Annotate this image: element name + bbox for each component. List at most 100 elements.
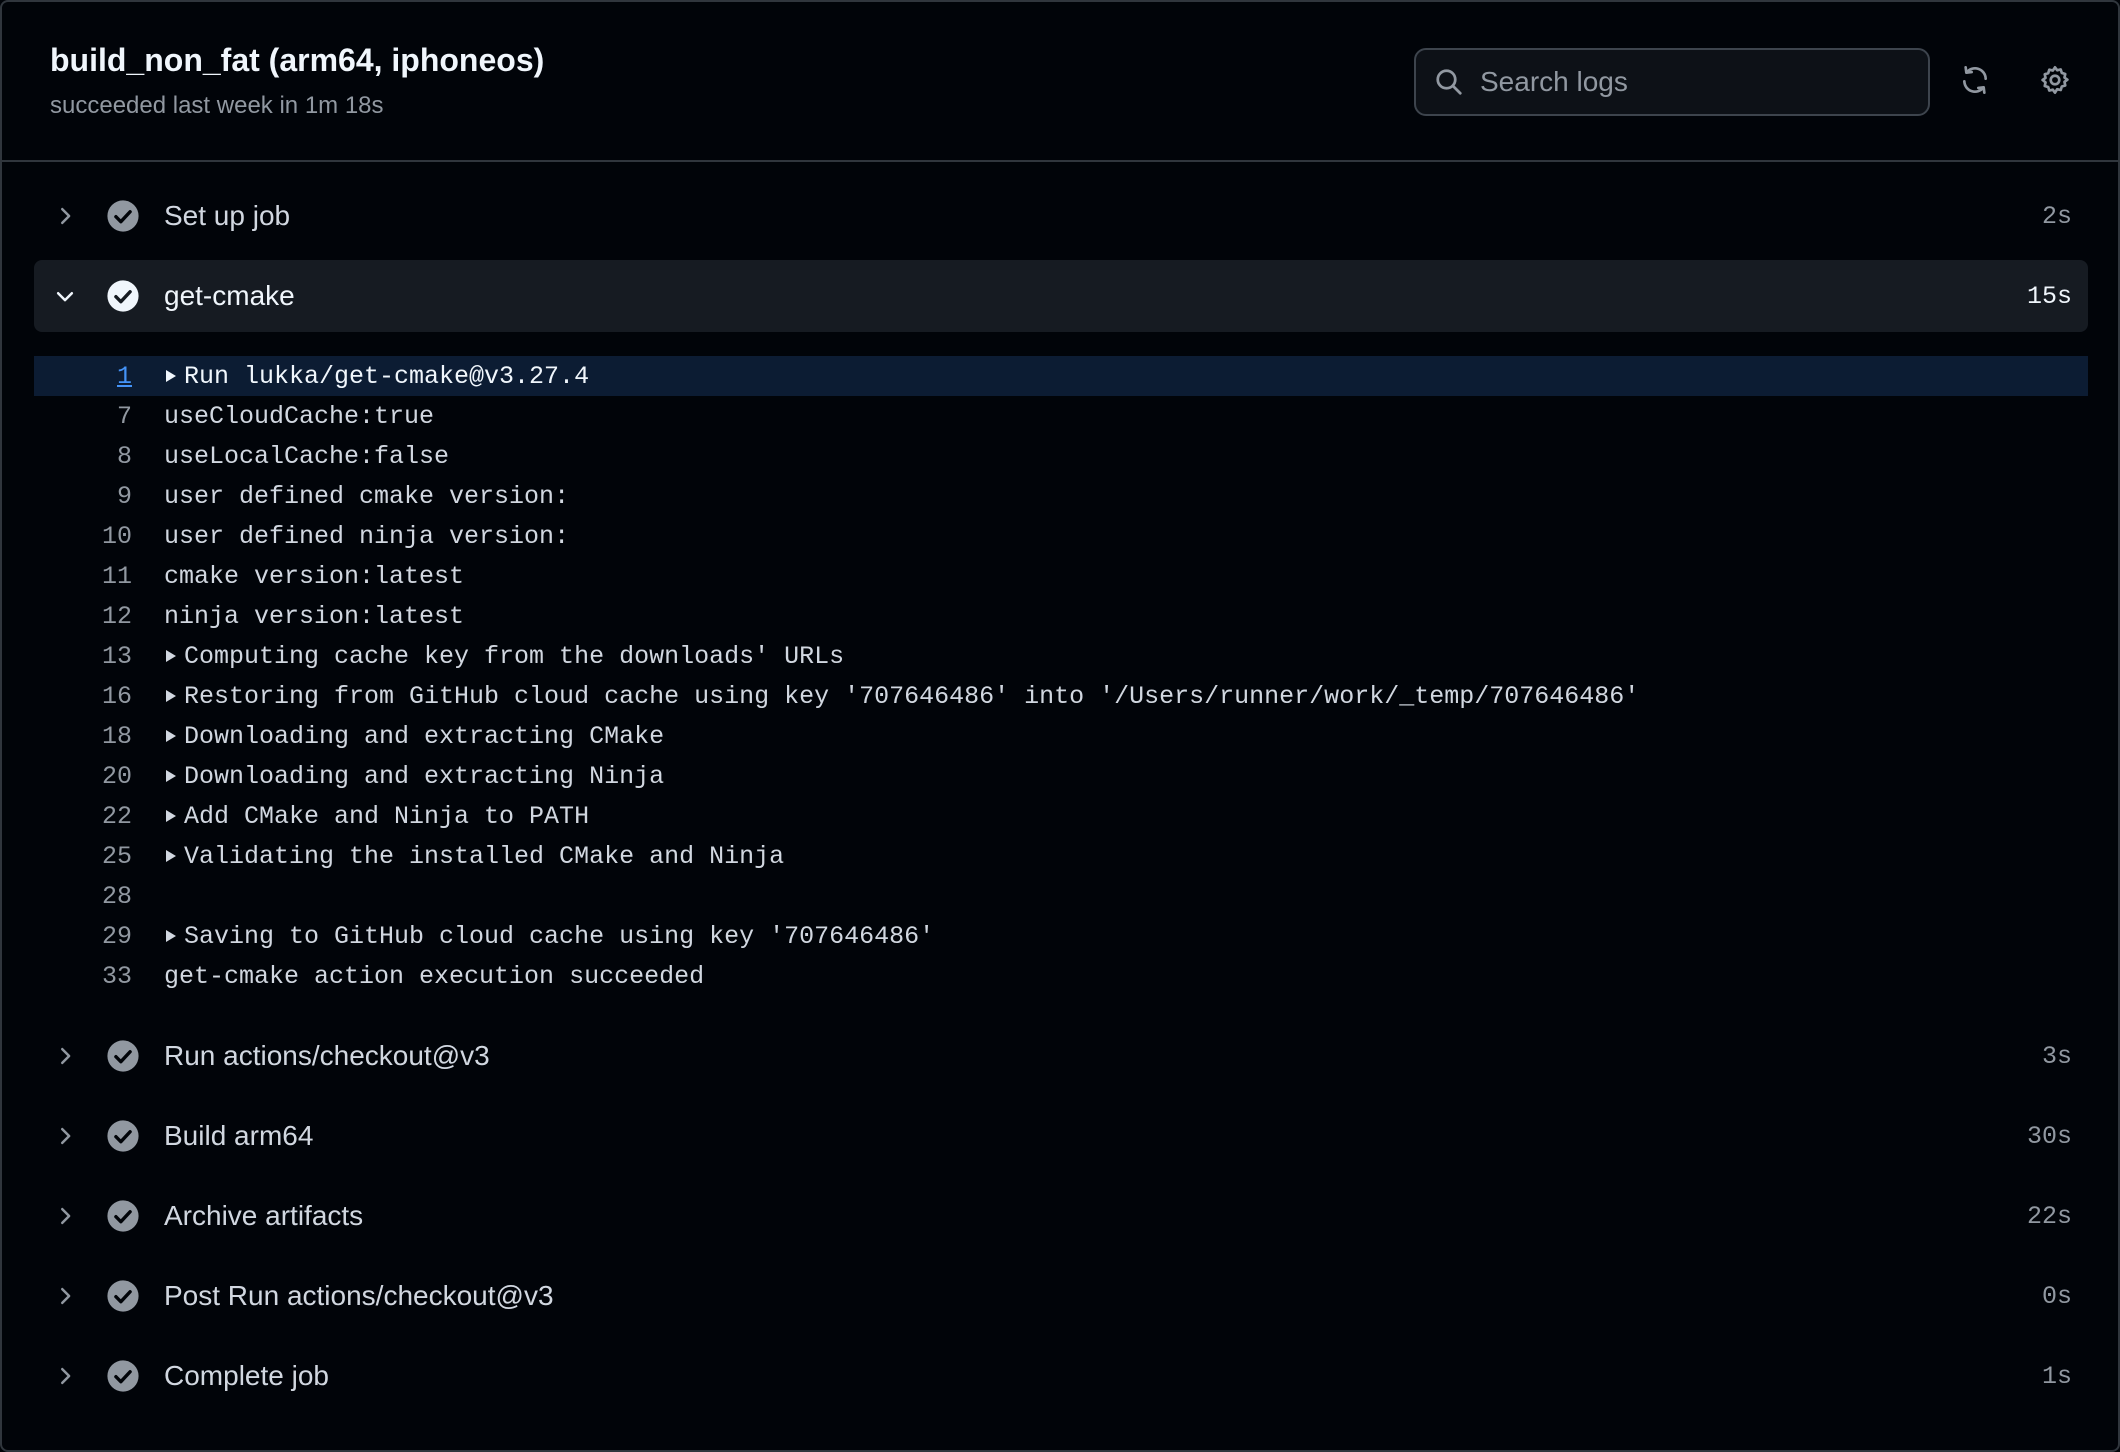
log-line: 8 useLocalCache:false	[34, 436, 2088, 476]
log-line-number[interactable]: 33	[34, 962, 132, 991]
log-line-number[interactable]: 12	[34, 602, 132, 631]
caret-right-icon[interactable]	[164, 808, 180, 824]
log-group[interactable]: 20 Downloading and extracting Ninja	[34, 756, 2088, 796]
refresh-icon	[1959, 64, 1991, 101]
log-line-text: user defined cmake version:	[164, 481, 570, 511]
chevron-right-icon	[48, 1359, 82, 1393]
log-line-number[interactable]: 29	[34, 922, 132, 951]
check-circle-icon	[106, 1119, 140, 1153]
log-line-text: user defined ninja version:	[164, 521, 570, 551]
check-circle-icon	[106, 1359, 140, 1393]
log-line-text: Validating the installed CMake and Ninja	[184, 841, 785, 871]
log-line: 11 cmake version:latest	[34, 556, 2088, 596]
log-line-text: Add CMake and Ninja to PATH	[184, 801, 590, 831]
caret-right-icon[interactable]	[164, 848, 180, 864]
step-name: Run actions/checkout@v3	[164, 1040, 490, 1071]
chevron-down-icon	[48, 279, 82, 313]
caret-right-icon[interactable]	[164, 728, 180, 744]
log-line-text: useCloudCache:true	[164, 401, 435, 431]
caret-right-icon[interactable]	[164, 688, 180, 704]
log-line-text: Saving to GitHub cloud cache using key '…	[184, 921, 935, 951]
caret-right-icon[interactable]	[164, 928, 180, 944]
step-run-actions-checkout[interactable]: Run actions/checkout@v3 3s	[34, 1020, 2088, 1092]
step-archive-artifacts[interactable]: Archive artifacts 22s	[34, 1180, 2088, 1252]
log-line-number[interactable]: 20	[34, 762, 132, 791]
log-line-number[interactable]: 10	[34, 522, 132, 551]
step-duration: 0s	[2041, 1281, 2072, 1311]
search-logs-input[interactable]	[1466, 49, 1928, 115]
check-circle-icon	[106, 199, 140, 233]
step-name: get-cmake	[164, 280, 295, 311]
log-line-text: cmake version:latest	[164, 561, 465, 591]
log-line[interactable]: 1 Run lukka/get-cmake@v3.27.4	[34, 356, 2088, 396]
log-line: 9 user defined cmake version:	[34, 476, 2088, 516]
step-log-output: 1 Run lukka/get-cmake@v3.27.4 7 useCloud…	[34, 356, 2088, 996]
step-name: Post Run actions/checkout@v3	[164, 1280, 554, 1311]
log-group[interactable]: 13 Computing cache key from the download…	[34, 636, 2088, 676]
check-circle-icon	[106, 1199, 140, 1233]
caret-right-icon[interactable]	[164, 648, 180, 664]
step-name: Build arm64	[164, 1120, 314, 1151]
search-logs-box[interactable]	[1414, 48, 1930, 116]
log-line-text: Downloading and extracting Ninja	[184, 761, 665, 791]
step-name: Set up job	[164, 200, 291, 231]
log-line-text: get-cmake action execution succeeded	[164, 961, 705, 991]
log-group[interactable]: 18 Downloading and extracting CMake	[34, 716, 2088, 756]
log-line-text: ninja version:latest	[164, 601, 465, 631]
step-duration: 30s	[2026, 1121, 2072, 1151]
log-line-number[interactable]: 13	[34, 642, 132, 671]
check-circle-icon	[106, 1279, 140, 1313]
step-duration: 22s	[2026, 1201, 2072, 1231]
settings-button[interactable]	[2031, 58, 2079, 106]
check-circle-icon	[106, 279, 140, 313]
log-line-number[interactable]: 7	[34, 402, 132, 431]
step-complete-job[interactable]: Complete job 1s	[34, 1340, 2088, 1412]
log-line-number[interactable]: 16	[34, 682, 132, 711]
step-duration: 15s	[2026, 281, 2072, 311]
log-line-number[interactable]: 11	[34, 562, 132, 591]
log-line-text: Run lukka/get-cmake@v3.27.4	[184, 361, 590, 391]
caret-right-icon[interactable]	[164, 368, 180, 384]
step-get-cmake[interactable]: get-cmake 15s	[34, 260, 2088, 332]
chevron-right-icon	[48, 1199, 82, 1233]
log-line-number-link[interactable]: 1	[34, 362, 132, 391]
log-line-number[interactable]: 25	[34, 842, 132, 871]
log-line-number[interactable]: 8	[34, 442, 132, 471]
log-line-number[interactable]: 28	[34, 882, 132, 911]
log-line-number[interactable]: 22	[34, 802, 132, 831]
chevron-right-icon	[48, 1279, 82, 1313]
caret-right-icon[interactable]	[164, 768, 180, 784]
log-line: 10 user defined ninja version:	[34, 516, 2088, 556]
log-group[interactable]: 22 Add CMake and Ninja to PATH	[34, 796, 2088, 836]
gear-icon	[2039, 64, 2071, 101]
step-duration: 3s	[2041, 1041, 2072, 1071]
check-circle-icon	[106, 1039, 140, 1073]
job-log-panel: build_non_fat (arm64, iphoneos) succeede…	[0, 0, 2120, 1452]
chevron-right-icon	[48, 199, 82, 233]
search-icon	[1432, 65, 1466, 99]
log-line-number[interactable]: 9	[34, 482, 132, 511]
log-group[interactable]: 25 Validating the installed CMake and Ni…	[34, 836, 2088, 876]
log-group[interactable]: 16 Restoring from GitHub cloud cache usi…	[34, 676, 2088, 716]
step-duration: 1s	[2041, 1361, 2072, 1391]
step-build-arm64[interactable]: Build arm64 30s	[34, 1100, 2088, 1172]
log-line-number[interactable]: 18	[34, 722, 132, 751]
step-set-up-job[interactable]: Set up job 2s	[34, 180, 2088, 252]
log-line-text: Computing cache key from the downloads' …	[184, 641, 845, 671]
log-line-text: Downloading and extracting CMake	[184, 721, 665, 751]
log-group[interactable]: 29 Saving to GitHub cloud cache using ke…	[34, 916, 2088, 956]
chevron-right-icon	[48, 1039, 82, 1073]
chevron-right-icon	[48, 1119, 82, 1153]
job-header: build_non_fat (arm64, iphoneos) succeede…	[2, 2, 2118, 162]
log-line-text: useLocalCache:false	[164, 441, 450, 471]
job-title: build_non_fat (arm64, iphoneos)	[50, 42, 545, 78]
step-duration: 2s	[2041, 201, 2072, 231]
log-line: 12 ninja version:latest	[34, 596, 2088, 636]
refresh-button[interactable]	[1951, 58, 1999, 106]
step-post-run-actions-checkout[interactable]: Post Run actions/checkout@v3 0s	[34, 1260, 2088, 1332]
job-status-summary: succeeded last week in 1m 18s	[50, 92, 384, 119]
log-line-text: Restoring from GitHub cloud cache using …	[184, 681, 1640, 711]
log-line: 28	[34, 876, 2088, 916]
log-line: 33 get-cmake action execution succeeded	[34, 956, 2088, 996]
log-line: 7 useCloudCache:true	[34, 396, 2088, 436]
